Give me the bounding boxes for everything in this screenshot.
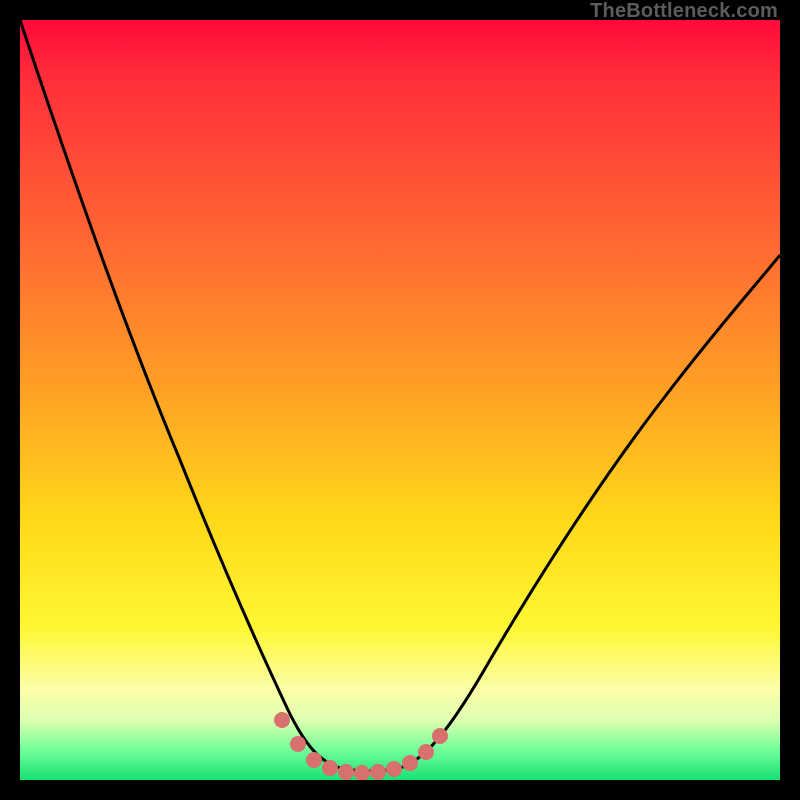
chart-frame: TheBottleneck.com xyxy=(0,0,800,800)
marker-dots-group xyxy=(274,712,448,780)
plot-area xyxy=(20,20,780,780)
marker-dot xyxy=(306,752,322,768)
marker-dot xyxy=(418,744,434,760)
marker-dot xyxy=(322,760,338,776)
bottleneck-chart-svg xyxy=(20,20,780,780)
marker-dot xyxy=(274,712,290,728)
marker-dot xyxy=(290,736,306,752)
marker-dot xyxy=(370,764,386,780)
marker-dot xyxy=(338,764,354,780)
bottleneck-curve xyxy=(20,20,780,771)
marker-dot xyxy=(354,765,370,780)
marker-dot xyxy=(432,728,448,744)
marker-dot xyxy=(386,761,402,777)
marker-dot xyxy=(402,755,418,771)
